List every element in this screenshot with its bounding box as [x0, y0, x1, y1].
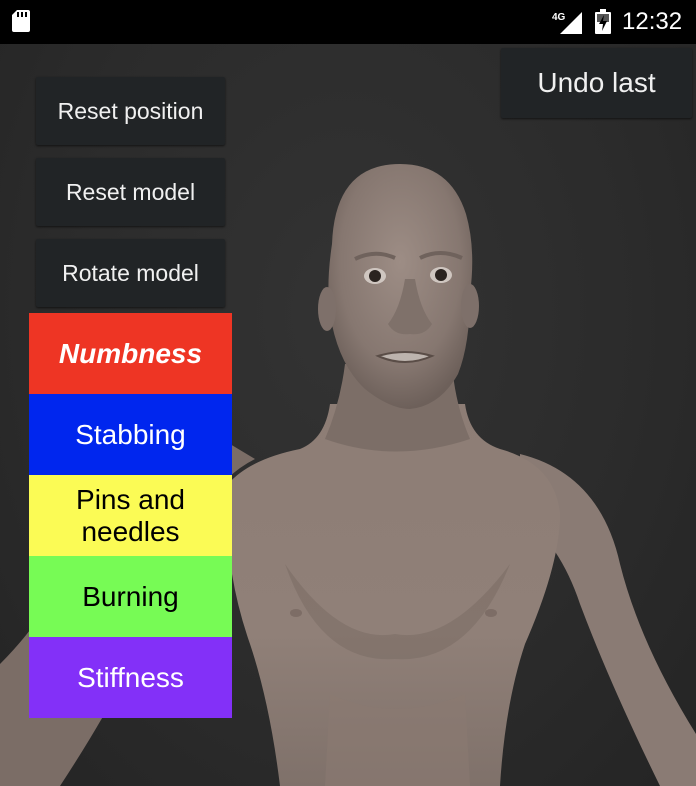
undo-last-button[interactable]: Undo last: [501, 48, 692, 118]
symptom-numbness-button[interactable]: Numbness: [29, 313, 232, 394]
body-map-screen: 4G 12:32 Reset position Reset model Rota…: [0, 0, 696, 786]
left-iris: [369, 270, 381, 282]
reset-model-button[interactable]: Reset model: [36, 158, 225, 226]
symptom-stiffness-button[interactable]: Stiffness: [29, 637, 232, 718]
symptom-label: Numbness: [58, 337, 203, 369]
symptom-label: Pins and needles: [76, 483, 185, 547]
symptom-label: Burning: [82, 580, 179, 612]
symptom-pins-and-needles-button[interactable]: Pins and needles: [29, 475, 232, 556]
right-nipple: [485, 609, 497, 617]
right-iris: [435, 269, 447, 281]
rotate-model-button[interactable]: Rotate model: [36, 239, 225, 307]
symptom-label: Stabbing: [75, 418, 186, 450]
left-ear: [318, 287, 336, 331]
symptom-label: Stiffness: [77, 661, 184, 693]
symptom-palette: Numbness Stabbing Pins and needles Burni…: [29, 313, 232, 718]
status-bar: 4G 12:32: [0, 0, 696, 44]
status-time: 12:32: [622, 8, 683, 35]
symptom-stabbing-button[interactable]: Stabbing: [29, 394, 232, 475]
left-nipple: [290, 609, 302, 617]
symptom-burning-button[interactable]: Burning: [29, 556, 232, 637]
battery-charging-icon: [595, 9, 611, 34]
sd-card-icon: [12, 10, 30, 32]
right-ear: [461, 284, 479, 328]
network-type-label: 4G: [552, 12, 566, 23]
reset-position-button[interactable]: Reset position: [36, 77, 225, 145]
signal-icon: 4G: [552, 12, 582, 34]
